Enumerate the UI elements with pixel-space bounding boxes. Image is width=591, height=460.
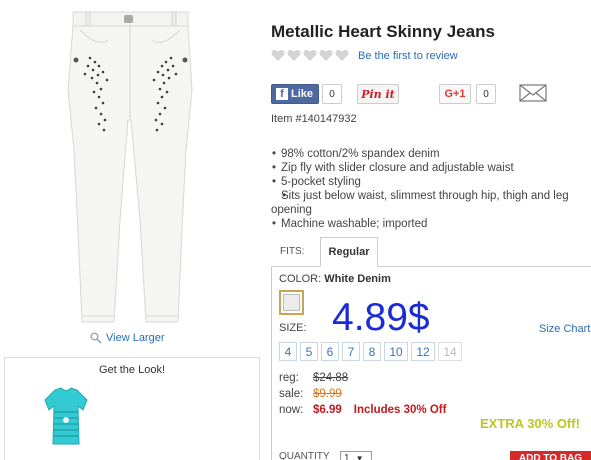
extra-discount-badge: EXTRA 30% Off! (480, 416, 580, 431)
color-line: COLOR: White Denim (279, 273, 391, 285)
quantity-label: QUANTITY (279, 451, 330, 460)
size-option-8[interactable]: 8 (363, 342, 381, 361)
feature-item: 98% cotton/2% spandex denim (271, 147, 589, 161)
heart-icon[interactable] (335, 49, 349, 62)
swatch-fill (283, 294, 300, 311)
discount-note: Includes 30% Off (353, 404, 447, 416)
quantity-value: 1 (344, 452, 350, 460)
color-value: White Denim (324, 273, 391, 285)
rating-row: Be the first to review (271, 49, 458, 62)
like-count: 0 (322, 84, 342, 104)
email-icon[interactable] (519, 84, 547, 102)
feature-item: Zip fly with slider closure and adjustab… (271, 161, 589, 175)
feature-item: Sits just below waist, slimmest through … (271, 189, 589, 217)
size-option-12[interactable]: 12 (411, 342, 435, 361)
size-label: SIZE: (279, 322, 307, 334)
reg-label: reg: (279, 372, 299, 384)
view-larger-label[interactable]: View Larger (106, 332, 165, 344)
get-the-look-panel: Get the Look! (4, 357, 260, 460)
price-block: reg: $24.88 sale: $9.99 now: $6.99 Inclu… (279, 370, 446, 418)
gplus-count: 0 (476, 84, 496, 104)
tab-regular[interactable]: Regular (320, 237, 378, 267)
now-price: $6.99 (313, 404, 342, 416)
size-option-5[interactable]: 5 (300, 342, 318, 361)
heart-icon[interactable] (287, 49, 301, 62)
fits-label: FITS: (280, 246, 305, 257)
color-swatch-white-denim[interactable] (279, 290, 304, 315)
heart-icon[interactable] (271, 49, 285, 62)
view-larger-link[interactable]: View Larger (90, 332, 165, 344)
quantity-select[interactable]: 1 ▼ (340, 451, 372, 460)
sale-price: $9.99 (313, 388, 342, 400)
size-option-6[interactable]: 6 (321, 342, 339, 361)
heart-icon[interactable] (319, 49, 333, 62)
sale-label: sale: (279, 388, 304, 400)
price-overlay: 4.89$ (332, 296, 430, 339)
shirt-thumbnail[interactable] (41, 386, 91, 446)
review-link[interactable]: Be the first to review (358, 50, 458, 62)
fits-tabs: FITS: Regular (271, 237, 591, 267)
color-label: COLOR: (279, 273, 322, 285)
size-option-14: 14 (438, 342, 462, 361)
facebook-like-button[interactable]: f Like (271, 84, 319, 104)
pinit-button[interactable]: Pin it (357, 84, 399, 104)
social-share-row: f Like 0 Pin it G+1 0 (271, 84, 591, 104)
like-label: Like (291, 88, 314, 100)
size-chart-link[interactable]: Size Chart (539, 323, 590, 335)
heart-icon[interactable] (303, 49, 317, 62)
size-options: 4 5 6 7 8 10 12 14 (279, 342, 462, 361)
chevron-down-icon: ▼ (355, 453, 364, 460)
magnifier-icon (90, 332, 102, 344)
add-to-bag-button[interactable]: ADD TO BAG (510, 451, 591, 460)
size-option-10[interactable]: 10 (384, 342, 408, 361)
product-title: Metallic Heart Skinny Jeans (271, 22, 495, 41)
feature-item: 5-pocket styling (271, 175, 589, 189)
facebook-icon: f (276, 88, 288, 100)
size-option-4[interactable]: 4 (279, 342, 297, 361)
get-the-look-title: Get the Look! (98, 364, 166, 376)
google-plus-button[interactable]: G+1 (439, 84, 471, 104)
now-label: now: (279, 404, 304, 416)
feature-item: Machine washable; imported (271, 217, 589, 231)
item-number: Item #140147932 (271, 113, 357, 125)
product-image[interactable] (0, 0, 265, 330)
size-option-7[interactable]: 7 (342, 342, 360, 361)
feature-list: 98% cotton/2% spandex denim Zip fly with… (271, 147, 589, 231)
reg-price: $24.88 (313, 372, 349, 384)
